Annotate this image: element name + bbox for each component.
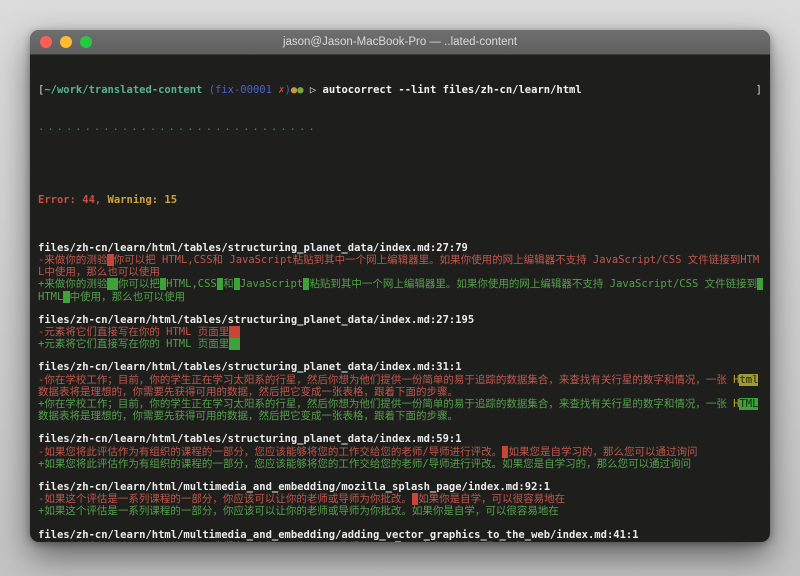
diff-line-add: +元素将它们直接写在你的 HTML 页面里 (38, 338, 762, 350)
diff-text: -元素将它们直接写在你的 HTML 页面里 (38, 326, 229, 338)
diff-highlight (757, 278, 763, 290)
warning-count: Warning: 15 (101, 194, 177, 206)
progress-dots: .............................. (38, 121, 762, 133)
diff-text: +来做你的测验 (38, 278, 107, 290)
prompt-arrow-icon: ▷ (304, 84, 323, 96)
diff-text: 粘贴到其中一个网上编辑器里。如果你使用的网上编辑器不支持 JavaScript/… (309, 278, 757, 290)
diff-highlight: ub (401, 541, 414, 542)
file-location: files/zh-cn/learn/html/tables/structurin… (38, 314, 762, 326)
blank-line (38, 158, 762, 170)
diff-line-add: +来做你的测验 你可以把 HTML,CSS 和 JavaScript 粘贴到其中… (38, 278, 762, 302)
diff-highlight: tml (739, 374, 758, 386)
diff-section: files/zh-cn/learn/html/tables/structurin… (38, 361, 762, 422)
diff-section: files/zh-cn/learn/html/tables/structurin… (38, 433, 762, 470)
diff-text: 如果你是自学，可以很容易地在 (418, 493, 565, 505)
terminal-window: jason@Jason-MacBook-Pro — ..lated-conten… (30, 30, 770, 542)
diff-line-del: -如果您将此评估作为有组织的课程的一部分，您应该能够将您的工作交给您的老师/导师… (38, 446, 762, 458)
diff-text: 如果您是自学习的，那么您可以通过询问 (508, 446, 697, 458)
prompt-close-bracket: ] (756, 84, 762, 96)
diff-text: -来做你的测验 (38, 254, 107, 266)
file-location: files/zh-cn/learn/html/multimedia_and_em… (38, 481, 762, 493)
diff-text: +如果您将此评估作为有组织的课程的一部分，您应该能够将您的工作交给您的老师/导师… (38, 458, 691, 470)
file-location: files/zh-cn/learn/html/multimedia_and_em… (38, 529, 762, 541)
diff-text: -为了让你清楚的认识到两者的区别，我们来一个例子，你可以在我们的 (38, 541, 376, 542)
diff-highlight: Git (376, 541, 395, 542)
diff-section: files/zh-cn/learn/html/multimedia_and_em… (38, 481, 762, 518)
diff-line-add: +你在学校工作；目前，你的学生正在学习太阳系的行星，然后你想为他们提供一份简单的… (38, 398, 762, 422)
terminal-output: files/zh-cn/learn/html/tables/structurin… (38, 242, 762, 542)
diff-line-add: +如果您将此评估作为有组织的课程的一部分，您应该能够将您的工作交给您的老师/导师… (38, 458, 762, 470)
window-title: jason@Jason-MacBook-Pro — ..lated-conten… (30, 36, 770, 48)
diff-section: files/zh-cn/learn/html/multimedia_and_em… (38, 529, 762, 542)
diff-text: -你在学校工作；目前，你的学生正在学习太阳系的行星，然后你想为他们提供一份简单的… (38, 374, 733, 386)
diff-text: +元素将它们直接写在你的 HTML 页面里 (38, 338, 229, 350)
diff-text: 你可以把 (118, 278, 160, 290)
command-text: autocorrect --lint files/zh-cn/learn/htm… (323, 84, 582, 96)
diff-text: +如果这个评估是一系列课程的一部分，你应该可以让你的老师或导师为你批改。如果你是… (38, 505, 559, 517)
diff-highlight (107, 278, 118, 290)
diff-section: files/zh-cn/learn/html/tables/structurin… (38, 314, 762, 351)
diff-text: JavaScript (240, 278, 303, 290)
diff-line-del: -来做你的测验 你可以把 HTML,CSS和 JavaScript粘贴到其中一个… (38, 254, 762, 278)
terminal-screen[interactable]: [~/work/translated-content (fix-00001 ✗)… (30, 55, 770, 542)
diff-line-del: -如果这个评估是一系列课程的一部分，你应该可以让你的老师或导师为你批改。 如果你… (38, 493, 762, 505)
diff-section: files/zh-cn/learn/html/tables/structurin… (38, 242, 762, 303)
diff-text: -如果这个评估是一系列课程的一部分，你应该可以让你的老师或导师为你批改。 (38, 493, 412, 505)
diff-highlight (229, 338, 240, 350)
diff-line-add: +如果这个评估是一系列课程的一部分，你应该可以让你的老师或导师为你批改。如果你是… (38, 505, 762, 517)
diff-text: HTML,CSS (166, 278, 217, 290)
diff-text: 仓库中在线查看这个例子： (414, 541, 546, 542)
file-location: files/zh-cn/learn/html/tables/structurin… (38, 242, 762, 254)
diff-text: +你在学校工作；目前，你的学生正在学习太阳系的行星，然后你想为他们提供一份简单的… (38, 398, 733, 410)
diff-highlight (229, 326, 240, 338)
diff-text: -如果您将此评估作为有组织的课程的一部分，您应该能够将您的工作交给您的老师/导师… (38, 446, 502, 458)
titlebar[interactable]: jason@Jason-MacBook-Pro — ..lated-conten… (30, 30, 770, 55)
error-count: Error: 44, (38, 194, 101, 206)
lint-summary: Error: 44, Warning: 15 (38, 194, 762, 206)
diff-line-del: -元素将它们直接写在你的 HTML 页面里 (38, 326, 762, 338)
diff-text: HTML (38, 291, 63, 303)
file-location: files/zh-cn/learn/html/tables/structurin… (38, 361, 762, 373)
diff-line-del: -你在学校工作；目前，你的学生正在学习太阳系的行星，然后你想为他们提供一份简单的… (38, 374, 762, 398)
file-location: files/zh-cn/learn/html/tables/structurin… (38, 433, 762, 445)
diff-highlight: TML (739, 398, 758, 410)
diff-text: 你可以把 HTML,CSS和 JavaScript粘贴到其中一个网上编辑器里。如… (38, 254, 759, 278)
prompt-line: [~/work/translated-content (fix-00001 ✗)… (38, 84, 762, 96)
diff-text: 和 (223, 278, 234, 290)
git-branch: (fix-00001 (202, 84, 278, 96)
prompt-path: ~/work/translated-content (44, 84, 202, 96)
diff-text: 中使用，那么也可以使用 (70, 291, 186, 303)
diff-line-del: -为了让你清楚的认识到两者的区别，我们来一个例子，你可以在我们的 Github … (38, 541, 762, 542)
